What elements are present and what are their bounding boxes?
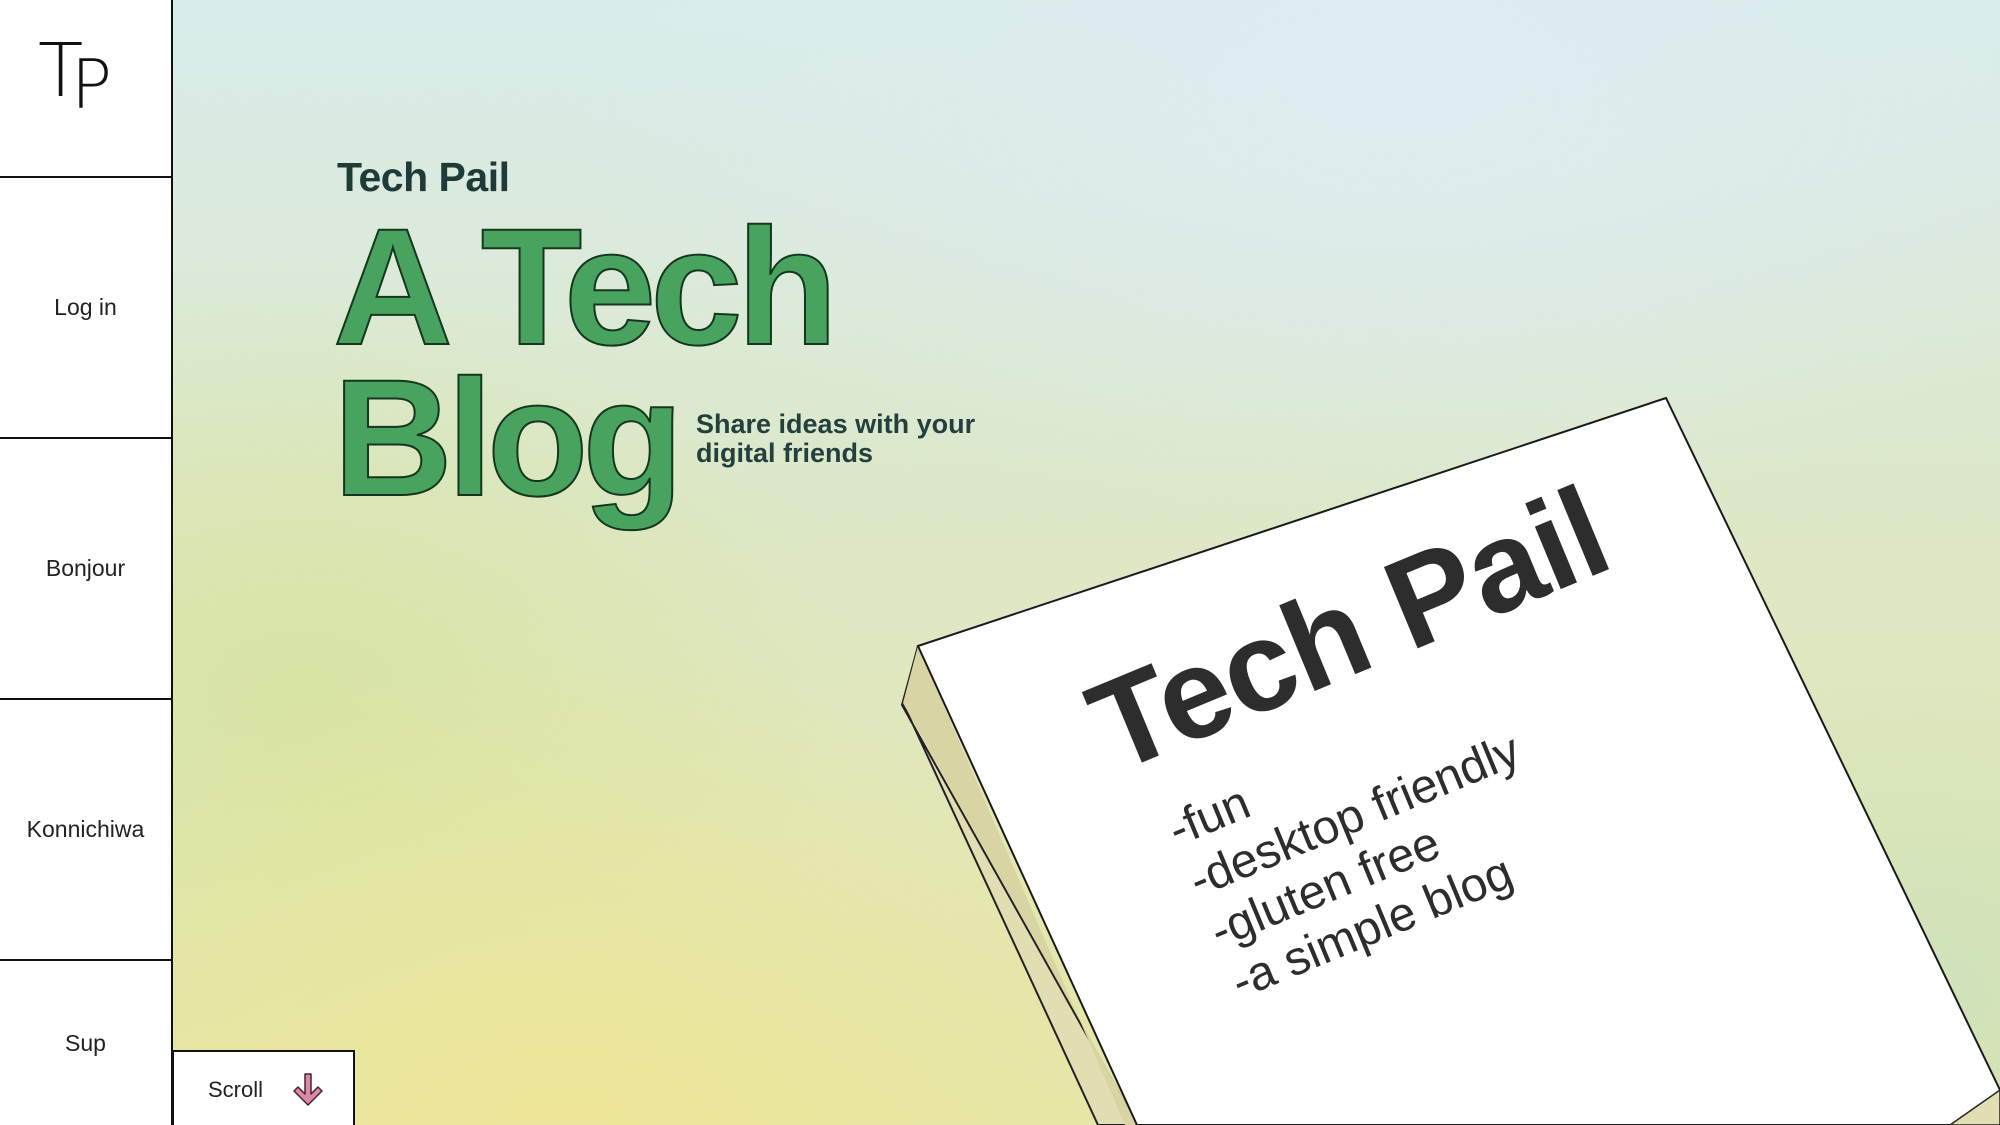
book-illustration xyxy=(900,396,2000,1125)
